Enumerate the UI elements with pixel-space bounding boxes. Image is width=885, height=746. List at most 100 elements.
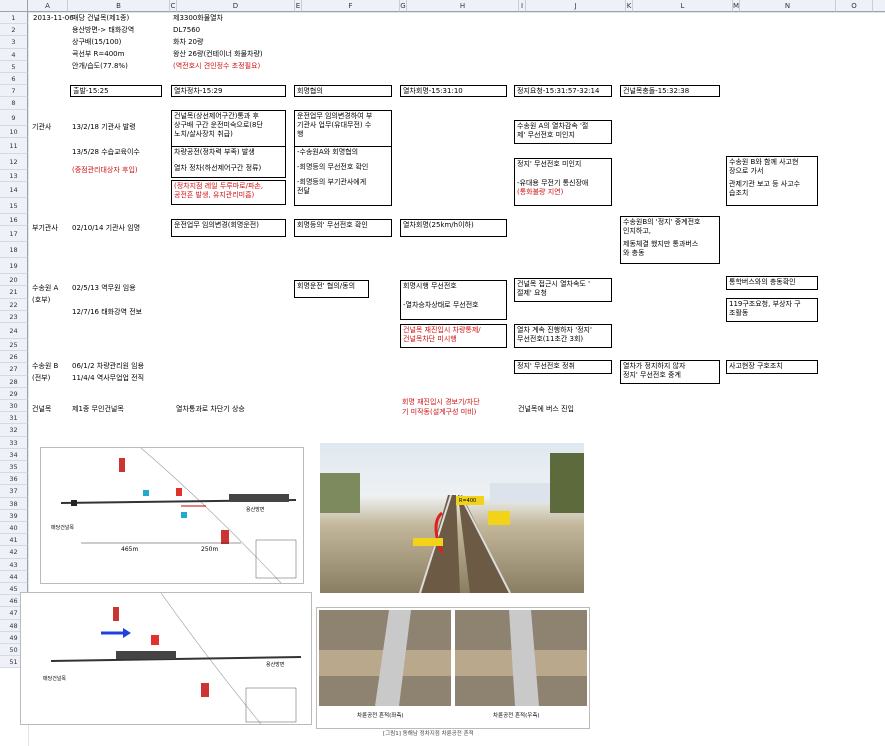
cell-a17[interactable]: 수송원 A bbox=[32, 284, 58, 293]
box-j11[interactable]: 정지' 무선전호 미인지 -유대용 무전기 통신장애 (통화불량 지연) bbox=[514, 158, 612, 206]
row-header-43[interactable]: 43 bbox=[0, 558, 28, 571]
cell-h24b[interactable]: 기 미작동(설계구성 미비) bbox=[402, 408, 476, 417]
cell-b18[interactable]: 12/7/16 태화강역 전보 bbox=[72, 308, 142, 317]
row-header-12[interactable]: 12 bbox=[0, 153, 28, 170]
row-header-44[interactable]: 44 bbox=[0, 570, 28, 583]
row-header-33[interactable]: 33 bbox=[0, 436, 28, 449]
row-header-28[interactable]: 28 bbox=[0, 375, 28, 388]
row-header-31[interactable]: 31 bbox=[0, 412, 28, 425]
row-header-32[interactable]: 32 bbox=[0, 424, 28, 437]
box-j7[interactable]: 정지요청-15:31:57-32:14 bbox=[514, 85, 612, 97]
box-j19[interactable]: 열차 계속 진행하자 '정지' 무선전호(11초간 3회) bbox=[514, 324, 612, 348]
box-d12[interactable]: (정차지점 레일 두루마로/파손, 공전흔 발생, 유지관리미흡) bbox=[171, 180, 286, 205]
cell-h24a[interactable]: 회명 재진입시 경보기/차단 bbox=[402, 398, 480, 407]
box-n18[interactable]: 119구조요청, 부상자 구 조활동 bbox=[726, 298, 818, 322]
cell-b24[interactable]: 제1종 무인건널목 bbox=[72, 405, 124, 414]
row-header-11[interactable]: 11 bbox=[0, 137, 28, 154]
box-d8[interactable]: 건널목(상선제어구간)통과 후 상구배 구간 운전미숙으로(8단 노치/살사장치… bbox=[171, 110, 286, 148]
row-header-29[interactable]: 29 bbox=[0, 387, 28, 400]
row-header-8[interactable]: 8 bbox=[0, 97, 28, 110]
row-header-38[interactable]: 38 bbox=[0, 497, 28, 510]
cell-d5[interactable]: (역전호시 견인정수 초정필요) bbox=[173, 62, 260, 71]
row-header-27[interactable]: 27 bbox=[0, 363, 28, 376]
cell-b17[interactable]: 02/5/13 역무원 임용 bbox=[72, 284, 136, 293]
row-header-2[interactable]: 2 bbox=[0, 24, 28, 37]
row-header-18[interactable]: 18 bbox=[0, 242, 28, 259]
row-header-40[interactable]: 40 bbox=[0, 522, 28, 535]
box-j17[interactable]: 건널목 접근시 열차속도 ' 절제' 요청 bbox=[514, 278, 612, 302]
cell-d4[interactable]: 왕산 26량(컨테이너 화물차량) bbox=[173, 50, 263, 59]
cell-b5[interactable]: 안개/습도(77.8%) bbox=[72, 62, 128, 71]
track-diagram-2[interactable]: 매당건널목 용산방면 bbox=[20, 592, 312, 725]
cell-b11[interactable]: (중점관리대상자 후입) bbox=[72, 166, 138, 175]
cell-b21[interactable]: 06/1/2 차량관리원 임용 bbox=[72, 362, 144, 371]
row-header-37[interactable]: 37 bbox=[0, 485, 28, 498]
box-d10[interactable]: 차량공전(정차력 부족) 발생 열차 정차(하선제어구간 정류) bbox=[171, 146, 286, 178]
cell-b10[interactable]: 13/5/28 수습교육이수 bbox=[72, 148, 140, 157]
row-header-17[interactable]: 17 bbox=[0, 226, 28, 243]
row-header-34[interactable]: 34 bbox=[0, 448, 28, 461]
cell-a9[interactable]: 기관사 bbox=[32, 123, 51, 132]
row-header-35[interactable]: 35 bbox=[0, 461, 28, 474]
row-header-22[interactable]: 22 bbox=[0, 298, 28, 311]
column-header-d[interactable]: D bbox=[177, 0, 295, 12]
row-header-26[interactable]: 26 bbox=[0, 351, 28, 364]
box-l7[interactable]: 건널목충돌-15:32:38 bbox=[620, 85, 720, 97]
box-n11[interactable]: 수송원 B와 함께 사고현 장으로 가서 관제기관 보고 등 사고수 습조치 bbox=[726, 156, 818, 206]
row-header-30[interactable]: 30 bbox=[0, 400, 28, 413]
box-b7[interactable]: 출발-15:25 bbox=[70, 85, 162, 97]
cell-a22[interactable]: (전부) bbox=[32, 374, 50, 383]
column-header-f[interactable]: F bbox=[302, 0, 400, 12]
column-header-b[interactable]: B bbox=[68, 0, 170, 12]
cell-d24[interactable]: 열차통과로 차단기 상승 bbox=[176, 405, 245, 414]
cell-b14[interactable]: 02/10/14 기관사 임명 bbox=[72, 224, 140, 233]
box-j9[interactable]: 수송원 A의 열차감속 '절 제' 무선전호 미인지 bbox=[514, 120, 612, 144]
cell-d3[interactable]: 화차 20량 bbox=[173, 38, 203, 47]
box-d7[interactable]: 열차정차-15:29 bbox=[171, 85, 286, 97]
column-header-h[interactable]: H bbox=[407, 0, 519, 12]
cell-a14[interactable]: 부기관사 bbox=[32, 224, 58, 233]
cell-d2[interactable]: DL7560 bbox=[173, 26, 200, 35]
row-header-25[interactable]: 25 bbox=[0, 339, 28, 352]
box-l14[interactable]: 수송원B의 '정지' 중계전호 인지하고, 제동체결 했지만 통과버스 와 충동 bbox=[620, 216, 720, 264]
row-header-23[interactable]: 23 bbox=[0, 310, 28, 323]
cell-a21[interactable]: 수송원 B bbox=[32, 362, 58, 371]
column-header-c[interactable]: C bbox=[170, 0, 177, 12]
row-header-5[interactable]: 5 bbox=[0, 60, 28, 73]
cell-b2[interactable]: 용산방면-> 태화강역 bbox=[72, 26, 134, 35]
row-header-1[interactable]: 1 bbox=[0, 12, 28, 25]
row-header-14[interactable]: 14 bbox=[0, 182, 28, 198]
box-d14[interactable]: 운전업무 임의변경(회명운전) bbox=[171, 219, 286, 237]
row-header-13[interactable]: 13 bbox=[0, 169, 28, 182]
column-header-l[interactable]: L bbox=[633, 0, 733, 12]
row-header-20[interactable]: 20 bbox=[0, 274, 28, 287]
box-h7[interactable]: 열차회명-15:31:10 bbox=[400, 85, 507, 97]
cell-d1[interactable]: 제3300화물열차 bbox=[173, 14, 223, 23]
row-header-19[interactable]: 19 bbox=[0, 258, 28, 275]
box-n17[interactable]: 통학버스와의 충동확인 bbox=[726, 276, 818, 290]
column-header-o[interactable]: O bbox=[836, 0, 873, 12]
cell-b3[interactable]: 상구배(15/100) bbox=[72, 38, 121, 47]
cell-b22[interactable]: 11/4/4 역사무업업 전직 bbox=[72, 374, 144, 383]
row-header-15[interactable]: 15 bbox=[0, 198, 28, 214]
cell-b9[interactable]: 13/2/18 기관사 발령 bbox=[72, 123, 136, 132]
box-f10[interactable]: -수송원A와 회명협의 -회명등의 무선전호 확인 -회명등의 부기관사에게 전… bbox=[294, 146, 392, 206]
column-header-a[interactable]: A bbox=[28, 0, 68, 12]
cell-b1[interactable]: 매당 건널목(제1종) bbox=[72, 14, 129, 23]
cell-a1[interactable]: 2013-11-06 bbox=[33, 14, 74, 23]
wheel-slip-photos[interactable]: 차륜공전 흔적(좌측) 차륜공전 흔적(우측) bbox=[316, 607, 590, 729]
cell-a18[interactable]: (호부) bbox=[32, 296, 50, 305]
column-header-j[interactable]: J bbox=[526, 0, 626, 12]
row-header-24[interactable]: 24 bbox=[0, 323, 28, 339]
box-h17[interactable]: 회명시행 무선전호 -열차승차상태로 무선전호 bbox=[400, 280, 507, 320]
cell-b4[interactable]: 곡선부 R=400m bbox=[72, 50, 124, 59]
row-header-10[interactable]: 10 bbox=[0, 125, 28, 138]
row-header-7[interactable]: 7 bbox=[0, 85, 28, 98]
row-header-42[interactable]: 42 bbox=[0, 546, 28, 559]
box-f8[interactable]: 운전업무 임의변경하여 부 기관사 업무(유대무전) 수 행 bbox=[294, 110, 392, 148]
column-header-k[interactable]: K bbox=[626, 0, 633, 12]
column-header-m[interactable]: M bbox=[733, 0, 740, 12]
box-h19[interactable]: 건널목 재진입시 차량통제/ 건널목차단 미시행 bbox=[400, 324, 507, 348]
column-header-e[interactable]: E bbox=[295, 0, 302, 12]
row-header-36[interactable]: 36 bbox=[0, 473, 28, 486]
